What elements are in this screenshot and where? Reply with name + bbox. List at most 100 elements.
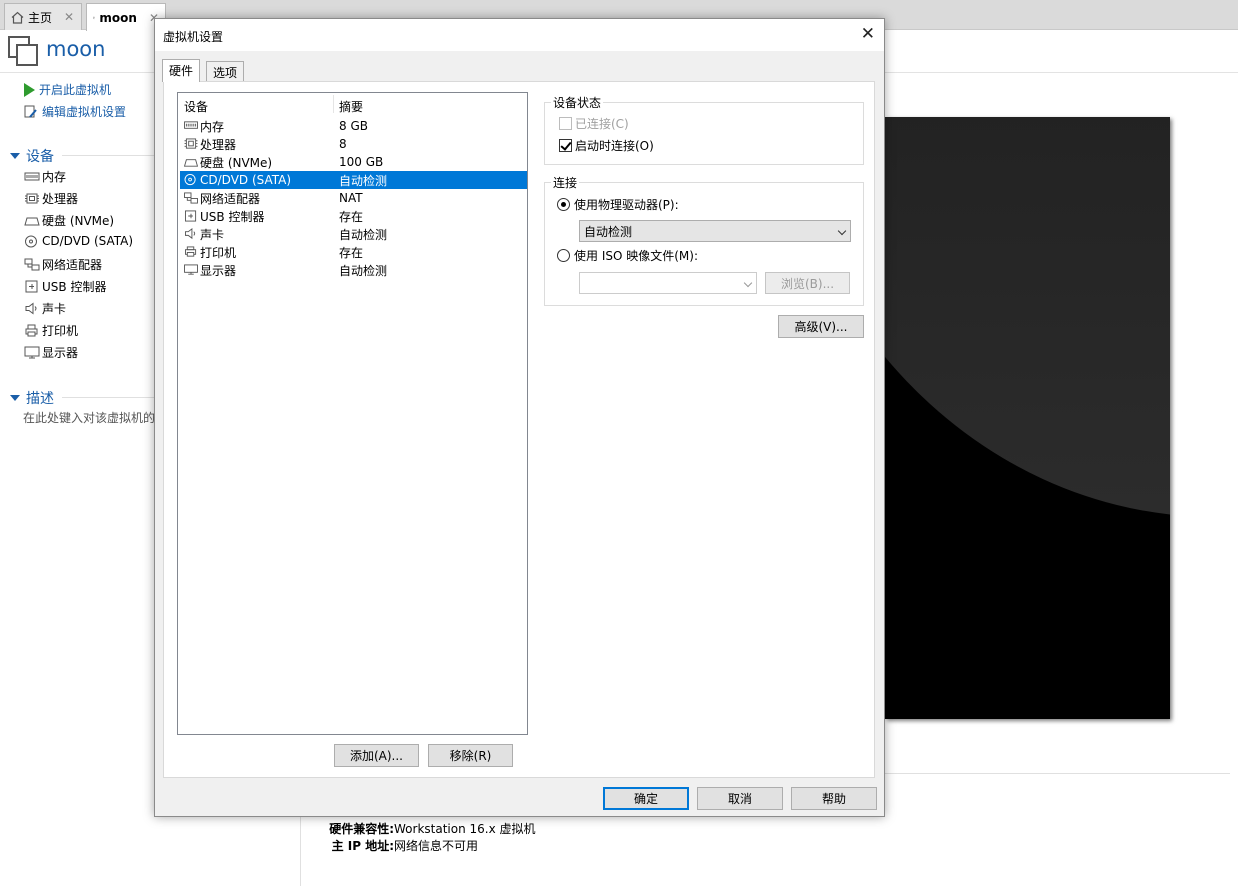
add-device-button[interactable]: 添加(A)... (334, 744, 419, 767)
ok-button[interactable]: 确定 (603, 787, 689, 810)
device-list[interactable]: 设备 摘要 内存 8 GB 处理器 8 硬盘 (NVMe) 100 GB CD/DVD (S… (177, 92, 528, 735)
power-on-label: 开启此虚拟机 (39, 83, 112, 97)
devices-section-header[interactable]: 设备 (10, 146, 54, 166)
divider (884, 773, 1230, 774)
device-list-row[interactable]: CD/DVD (SATA) 自动检测 (180, 171, 527, 189)
checkbox-box-checked (559, 139, 572, 152)
close-icon[interactable]: ✕ (861, 24, 875, 44)
sidebar-device-printer[interactable]: 打印机 (24, 322, 78, 339)
printer-icon (185, 246, 197, 257)
power-on-action[interactable]: 开启此虚拟机 (24, 81, 111, 98)
divider (300, 816, 301, 886)
usb-icon (25, 280, 38, 293)
sidebar-device-harddisk[interactable]: 硬盘 (NVMe) (24, 212, 114, 229)
radio-label: 使用 ISO 映像文件(M): (574, 249, 698, 263)
memory-icon (24, 172, 40, 181)
dialog-titlebar[interactable]: 虚拟机设置 ✕ (155, 19, 884, 51)
detail-compat-row: 硬件兼容性: Workstation 16.x 虚拟机 (324, 820, 536, 837)
use-iso-radio[interactable]: 使用 ISO 映像文件(M): (557, 247, 698, 264)
edit-settings-label: 编辑虚拟机设置 (42, 105, 127, 119)
tab-moon-label: moon (99, 10, 137, 25)
chevron-down-icon (743, 278, 753, 288)
remove-device-button[interactable]: 移除(R) (428, 744, 513, 767)
help-button[interactable]: 帮助 (791, 787, 877, 810)
vm-details: 硬件兼容性: Workstation 16.x 虚拟机 主 IP 地址: 网络信… (324, 820, 536, 854)
sidebar-device-usb[interactable]: USB 控制器 (24, 278, 106, 295)
device-summary: NAT (339, 191, 363, 205)
edit-settings-icon (24, 105, 37, 118)
device-list-row[interactable]: 内存 8 GB (180, 117, 527, 135)
tab-hardware[interactable]: 硬件 (162, 59, 201, 82)
column-header-summary[interactable]: 摘要 (339, 98, 363, 115)
device-summary: 自动检测 (339, 263, 388, 278)
description-heading: 描述 (26, 391, 54, 407)
detail-ip-row: 主 IP 地址: 网络信息不可用 (324, 837, 536, 854)
network-icon (184, 192, 198, 204)
cdrom-icon (25, 235, 37, 247)
collapse-triangle-icon (10, 153, 20, 159)
physical-drive-select[interactable]: 自动检测 (579, 220, 851, 242)
device-summary: 8 GB (339, 119, 368, 133)
sidebar-device-display[interactable]: 显示器 (24, 344, 78, 361)
device-name: 内存 (200, 119, 225, 134)
cancel-button[interactable]: 取消 (697, 787, 783, 810)
close-icon[interactable]: ✕ (64, 10, 74, 24)
cpu-icon (184, 138, 198, 149)
vm-screen-preview[interactable] (885, 117, 1170, 719)
sidebar-device-label: 处理器 (42, 192, 79, 206)
vm-icon (8, 36, 38, 66)
device-summary: 8 (339, 137, 347, 151)
detail-value: Workstation 16.x 虚拟机 (394, 822, 536, 836)
sidebar-device-cpu[interactable]: 处理器 (24, 190, 78, 207)
sidebar-device-network[interactable]: 网络适配器 (24, 256, 102, 273)
device-list-row[interactable]: 处理器 8 (180, 135, 527, 153)
sidebar-device-sound[interactable]: 声卡 (24, 300, 66, 317)
preview-gloss (885, 117, 1170, 517)
iso-path-combo[interactable] (579, 272, 757, 294)
browse-button[interactable]: 浏览(B)... (765, 272, 850, 294)
device-list-row[interactable]: USB 控制器 存在 (180, 207, 527, 225)
device-name: 硬盘 (NVMe) (200, 155, 273, 170)
description-section-header[interactable]: 描述 (10, 388, 54, 408)
tab-home[interactable]: 主页 ✕ (4, 3, 82, 30)
cdrom-icon (184, 174, 196, 186)
radio-dot (557, 249, 570, 262)
speaker-icon (185, 228, 196, 240)
radio-label: 使用物理驱动器(P): (574, 198, 679, 212)
sidebar-device-label: 声卡 (42, 302, 67, 316)
checkbox-label: 已连接(C) (575, 117, 629, 131)
detail-label: 主 IP 地址: (331, 839, 394, 853)
connected-checkbox[interactable]: 已连接(C) (559, 115, 629, 132)
device-list-row[interactable]: 显示器 自动检测 (180, 261, 527, 279)
vm-settings-dialog: 虚拟机设置 ✕ 硬件 选项 设备 摘要 内存 8 GB 处理器 8 硬盘 (NVMe) 1… (154, 18, 885, 817)
devices-heading: 设备 (26, 149, 54, 165)
harddisk-icon (24, 217, 40, 226)
divider (62, 155, 162, 156)
tab-options[interactable]: 选项 (206, 61, 245, 81)
connect-at-power-on-checkbox[interactable]: 启动时连接(O) (559, 137, 654, 154)
detail-label: 硬件兼容性: (329, 822, 394, 836)
column-header-device[interactable]: 设备 (184, 98, 208, 115)
usb-icon (185, 210, 197, 222)
checkbox-label: 启动时连接(O) (575, 139, 654, 153)
chevron-down-icon (837, 226, 847, 236)
page-title: moon (46, 37, 106, 61)
device-list-header: 设备 摘要 (178, 93, 527, 115)
device-list-row[interactable]: 打印机 存在 (180, 243, 527, 261)
edit-settings-action[interactable]: 编辑虚拟机设置 (24, 103, 126, 120)
device-name: USB 控制器 (200, 209, 265, 224)
device-summary: 100 GB (339, 155, 384, 169)
sidebar-device-label: 硬盘 (NVMe) (42, 214, 115, 228)
sidebar-device-cdrom[interactable]: CD/DVD (SATA) (24, 234, 133, 248)
column-separator[interactable] (333, 95, 334, 113)
device-list-row[interactable]: 网络适配器 NAT (180, 189, 527, 207)
device-list-row[interactable]: 声卡 自动检测 (180, 225, 527, 243)
advanced-button[interactable]: 高级(V)... (778, 315, 864, 338)
sidebar-device-label: USB 控制器 (42, 280, 107, 294)
device-list-row[interactable]: 硬盘 (NVMe) 100 GB (180, 153, 527, 171)
description-text[interactable]: 在此处键入对该虚拟机的 (23, 409, 155, 426)
vm-header: moon (8, 36, 106, 66)
sidebar-device-label: CD/DVD (SATA) (42, 234, 134, 248)
use-physical-drive-radio[interactable]: 使用物理驱动器(P): (557, 196, 679, 213)
sidebar-device-memory[interactable]: 内存 (24, 168, 66, 185)
